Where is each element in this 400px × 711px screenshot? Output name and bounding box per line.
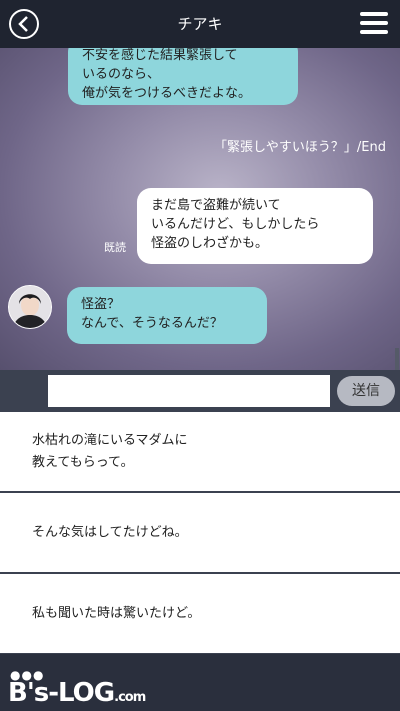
read-receipt: 既読 — [104, 241, 126, 254]
avatar-portrait-icon — [9, 286, 51, 328]
logo-text: B's-LOG.com — [8, 678, 146, 708]
chat-bubble-outgoing: まだ島で盗難が続いて いるんだけど、もしかしたら 怪盗のしわざかも。 — [137, 188, 373, 264]
menu-icon[interactable] — [360, 12, 388, 36]
chat-bubble-incoming: 怪盗？ なんで、そうなるんだ？ — [67, 287, 267, 344]
scrollbar[interactable] — [395, 348, 399, 370]
reply-choice-label: 水枯れの滝にいるマダムに 教えてもらって。 — [32, 432, 188, 470]
chat-area[interactable]: 不安を感じた結果緊張して いるのなら、 俺が気をつけるべきだよな。 「緊張しやす… — [0, 48, 400, 370]
message-input[interactable] — [48, 375, 330, 407]
message-input-bar: 送信 — [0, 370, 400, 412]
page-title: チアキ — [177, 15, 223, 33]
app-header: チアキ — [0, 0, 400, 48]
chat-bubble-outgoing: 不安を感じた結果緊張して いるのなら、 俺が気をつけるべきだよな。 — [68, 48, 298, 105]
end-note: 「緊張しやすいほう？」/End — [214, 140, 386, 155]
reply-choice-1[interactable]: 水枯れの滝にいるマダムに 教えてもらって。 — [0, 412, 400, 491]
avatar[interactable] — [8, 285, 52, 329]
send-button[interactable]: 送信 — [337, 376, 395, 406]
footer: ●●● B's-LOG.com — [0, 654, 400, 711]
reply-choices: 水枯れの滝にいるマダムに 教えてもらって。 そんな気はしてたけどね。 私も聞いた… — [0, 412, 400, 654]
reply-choice-3[interactable]: 私も聞いた時は驚いたけど。 — [0, 574, 400, 653]
reply-choice-label: 私も聞いた時は驚いたけど。 — [32, 605, 201, 621]
reply-choice-label: そんな気はしてたけどね。 — [32, 524, 188, 540]
reply-choice-2[interactable]: そんな気はしてたけどね。 — [0, 493, 400, 572]
